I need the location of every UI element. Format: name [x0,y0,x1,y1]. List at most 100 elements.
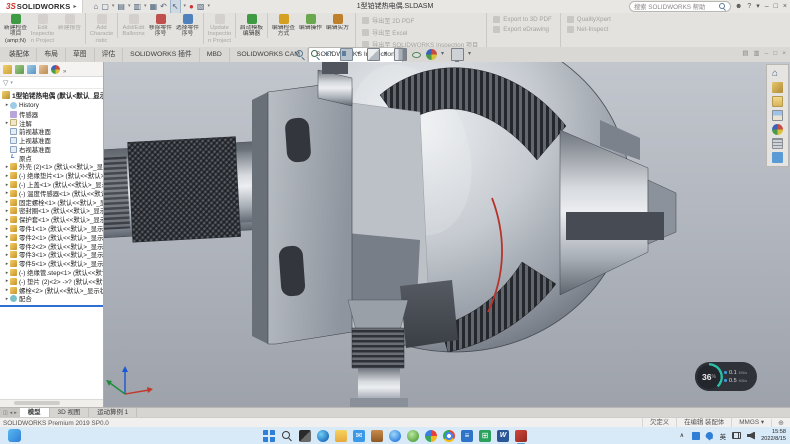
store-icon[interactable] [371,430,383,442]
mail-icon[interactable] [353,430,365,442]
tree-item[interactable]: ▸ 螺栓<2> (默认<<默认>_显示状态 [0,286,103,295]
export-menu-item[interactable]: 导出至 Excel [362,28,478,37]
dropdown-icon[interactable]: ▾ [144,0,147,13]
section-view-icon[interactable] [340,48,353,61]
ime-language-indicator[interactable]: 英 [719,431,727,441]
filter-funnel-icon[interactable]: ▽ [3,79,8,87]
chrome-icon[interactable] [443,430,455,442]
file-explorer-icon[interactable] [335,430,347,442]
apply-scene-icon[interactable] [451,48,464,61]
ribbon-button[interactable]: Edit Inspection Project [29,13,56,44]
displaymanager-tab[interactable] [51,65,60,74]
restore-button[interactable]: □ [774,0,778,13]
ribbon-button[interactable]: 编辑实方 [324,13,351,31]
tree-item[interactable]: ▸ 固定螺栓<1> (默认<<默认>_显示 [0,198,103,207]
filter-caret-icon[interactable]: ▾ [10,80,13,86]
location-icon[interactable] [704,431,714,441]
export-menu-item[interactable]: Export to 3D PDF [493,16,552,23]
home-icon[interactable] [772,68,783,79]
scroll-tabs-left-icon[interactable]: ◂ [10,410,13,416]
ribbon-button[interactable]: 编辑检查方式 [267,13,297,38]
logo-arrow-icon[interactable]: ▸ [73,3,76,10]
tree-item[interactable]: ▸ 保护套<1> (默认<<默认>_显示状 [0,215,103,224]
tree-item[interactable]: ▸ 零件2<1> (默认<<默认>_显示状 [0,233,103,242]
display-style-icon[interactable] [394,48,407,61]
dropdown-icon[interactable]: ▾ [184,0,187,13]
undo-icon[interactable]: ↶ [160,0,167,13]
dropdown-icon[interactable] [441,49,447,60]
dropdown-icon[interactable]: ▾ [128,0,131,13]
featuremanager-tree-tab[interactable] [3,65,12,74]
view-orientation-icon[interactable] [367,48,380,61]
spreadsheet-app-icon[interactable] [479,430,491,442]
export-menu-item[interactable]: 导出至 2D PDF [362,16,478,25]
tree-item[interactable]: ▸ (-) 温度传感器<1> (默认<<默认>_ [0,189,103,198]
tree-item[interactable]: ▸ (-) 垫片 (2)<2> ->? (默认<<默认> [0,277,103,286]
integration-menu-item[interactable]: QualityXpert [567,16,611,23]
propertymanager-tab[interactable] [15,65,24,74]
green-app-icon[interactable] [407,430,419,442]
user-account-icon[interactable]: ☻ [735,0,742,13]
tree-item[interactable]: ▸ 零件1<1> (默认<<默认>_显示状 [0,224,103,233]
task-view-button[interactable] [299,430,311,442]
configurationmanager-tab[interactable] [27,65,36,74]
close-button[interactable]: × [783,0,787,13]
tree-filter[interactable]: ▽ ▾ [0,77,103,89]
tree-item[interactable]: ▸ (-) 绝缘管.step<1> (默认<<默认> [0,268,103,277]
tree-item[interactable]: ▸ 配合 [0,295,103,304]
dimxpert-manager-tab[interactable] [39,65,48,74]
dropdown-icon[interactable]: ▾ [756,0,760,13]
ribbon-button[interactable]: 选择零件序号 [174,13,201,38]
edge-icon[interactable] [317,430,329,442]
tree-item[interactable]: ▸ 密封圈<1> (默认<<默认>_显示状 [0,207,103,216]
dropdown-icon[interactable] [357,49,363,60]
volume-icon[interactable] [747,432,755,440]
forum-icon[interactable] [772,152,783,163]
tree-item[interactable]: 前视基准面 [0,127,103,136]
dropdown-icon[interactable]: ▾ [207,0,210,13]
ribbon-tab[interactable]: 装配体 [2,48,37,62]
appearances-scenes-icon[interactable] [772,124,783,135]
hide-show-items-icon[interactable] [411,49,422,60]
3d-model[interactable] [104,62,790,407]
word-app-icon[interactable] [497,430,509,442]
reader-app-icon[interactable] [461,430,473,442]
tree-item[interactable]: ▸ (-) 绝缘垫片<1> (默认<<默认>_显 [0,171,103,180]
ribbon-button[interactable]: Update Inspection Project [203,13,233,44]
tree-item[interactable]: ▸ 外壳 (2)<1> (默认<<默认>_显示状 [0,163,103,172]
search-button[interactable] [281,430,293,442]
tray-expand-icon[interactable] [679,432,686,439]
panel-horizontal-scrollbar[interactable] [0,399,103,407]
minimize-doc-button[interactable]: – [765,47,769,61]
dropdown-icon[interactable]: ▾ [112,0,115,13]
ribbon-tab[interactable]: 草图 [66,48,95,62]
print-icon[interactable]: ▦ [150,0,158,13]
search-icon[interactable] [719,3,726,10]
help-button[interactable]: ? [747,0,751,13]
save-icon[interactable]: ▥ [133,0,141,13]
ribbon-tab[interactable]: SOLIDWORKS 插件 [123,48,200,62]
dropdown-icon[interactable] [384,49,390,60]
restore-doc-button[interactable]: □ [773,47,777,61]
globe-icon[interactable]: ⊕ [771,419,790,427]
tree-item[interactable]: ▸ 零件5<1> (默认<<默认>_显示状 [0,259,103,268]
tile-windows-icon[interactable]: ▥ [753,47,759,61]
edit-appearance-icon[interactable] [426,49,437,60]
taskbar-clock[interactable]: 15:58 2022/8/15 [761,429,786,442]
dropdown-icon[interactable] [468,49,474,60]
new-document-icon[interactable]: ▢ [101,0,109,13]
tree-item[interactable]: ▸ 注解 [0,119,103,128]
tree-item[interactable]: ▸ History [0,101,103,110]
solidworks-logo[interactable]: 3S SOLIDWORKS ▸ [0,0,83,13]
cascade-windows-icon[interactable]: ▤ [742,47,748,61]
onedrive-icon[interactable] [692,432,700,440]
zoom-to-fit-icon[interactable] [295,49,306,60]
solidworks-running-icon[interactable] [515,430,527,442]
tree-item[interactable]: 上视基准面 [0,136,103,145]
ribbon-tab[interactable]: MBD [200,48,230,62]
custom-properties-icon[interactable] [772,138,783,149]
view-palette-icon[interactable] [772,110,783,121]
options-icon[interactable]: ▧ [197,0,205,13]
help-search-input[interactable]: 搜索 SOLIDWORKS 帮助 [629,1,731,12]
select-icon[interactable]: ↖ [170,0,181,14]
